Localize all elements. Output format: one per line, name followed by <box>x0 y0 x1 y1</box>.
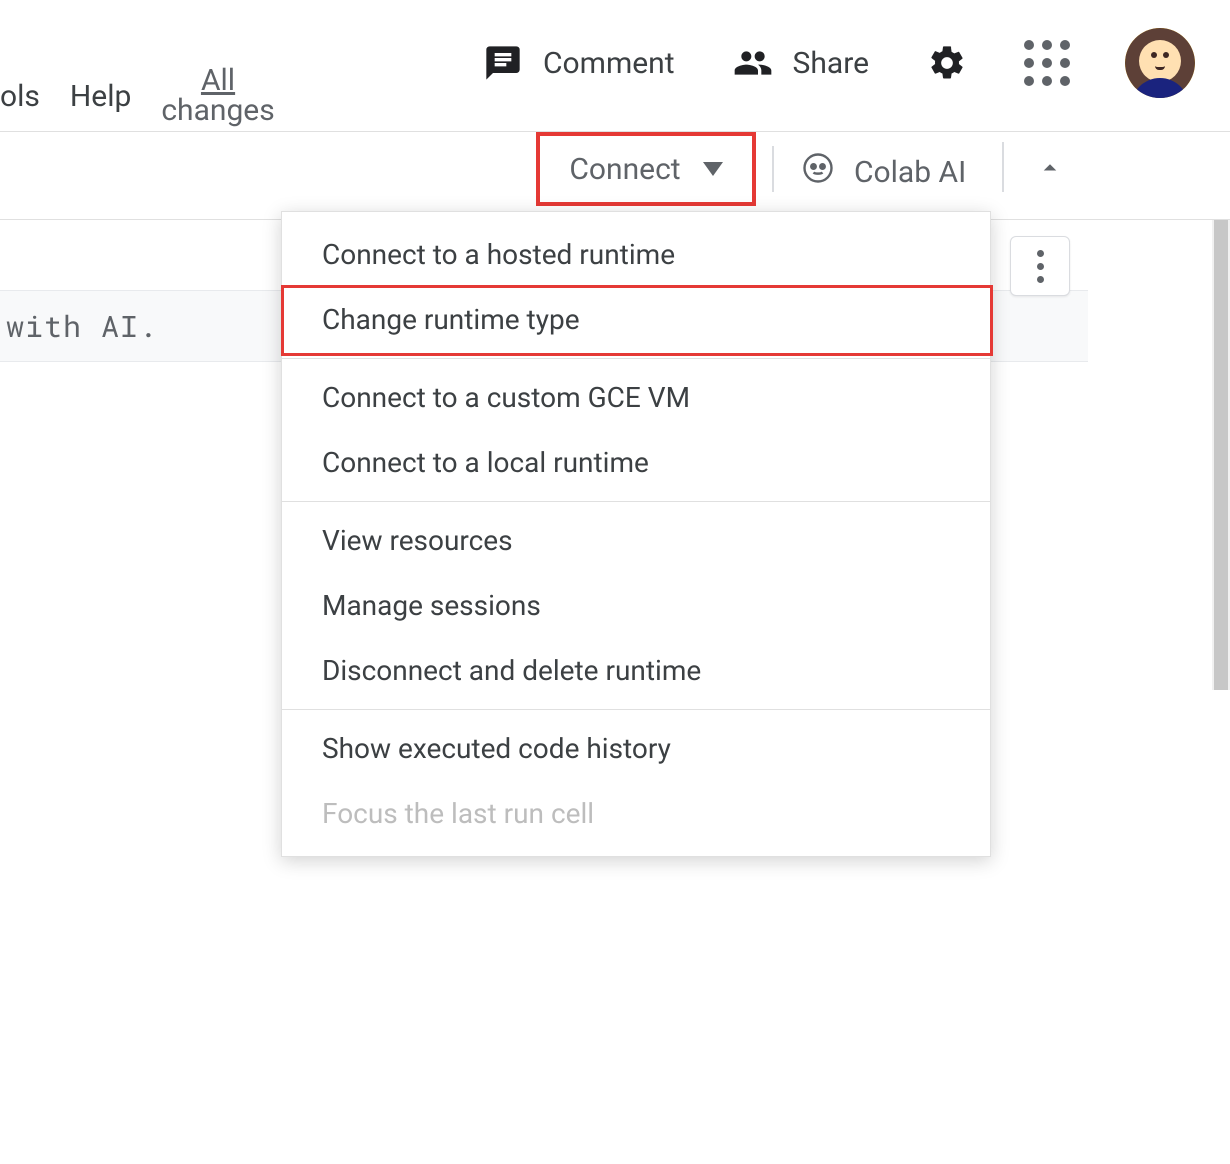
header-actions: Comment Share <box>481 28 1195 98</box>
dd-change-runtime[interactable]: Change runtime type <box>282 287 990 352</box>
gear-icon <box>925 41 969 85</box>
more-vert-icon <box>1037 250 1044 283</box>
colab-ai-button[interactable]: Colab AI <box>800 150 966 194</box>
settings-button[interactable] <box>925 41 969 85</box>
colab-ai-label: Colab AI <box>854 155 966 190</box>
dd-custom-gce[interactable]: Connect to a custom GCE VM <box>282 365 990 430</box>
comment-icon <box>481 41 525 85</box>
dd-code-history[interactable]: Show executed code history <box>282 716 990 781</box>
menu-bar: ols Help All changes <box>0 66 275 127</box>
menu-separator <box>282 501 990 502</box>
connect-dropdown: Connect to a hosted runtime Change runti… <box>281 211 991 857</box>
collapse-toolbar-button[interactable] <box>1030 148 1070 188</box>
colab-ai-icon <box>800 150 836 194</box>
people-icon <box>731 41 775 85</box>
comment-button[interactable]: Comment <box>481 41 675 85</box>
all-changes-saved[interactable]: All changes <box>161 66 274 127</box>
connect-label: Connect <box>569 152 680 187</box>
dd-local-runtime[interactable]: Connect to a local runtime <box>282 430 990 495</box>
header-bar: ols Help All changes Comment Share <box>0 0 1230 132</box>
dd-disconnect[interactable]: Disconnect and delete runtime <box>282 638 990 703</box>
comment-label: Comment <box>543 46 675 81</box>
apps-grid-icon <box>1025 41 1069 85</box>
connect-button[interactable]: Connect <box>536 132 756 206</box>
divider <box>1002 142 1004 192</box>
apps-button[interactable] <box>1025 41 1069 85</box>
account-avatar[interactable] <box>1125 28 1195 98</box>
all-changes-line1: All <box>161 66 274 97</box>
share-label: Share <box>793 46 869 81</box>
cell-overflow-button[interactable] <box>1010 236 1070 296</box>
share-button[interactable]: Share <box>731 41 869 85</box>
dd-view-resources[interactable]: View resources <box>282 508 990 573</box>
cell-text: with AI. <box>6 307 158 346</box>
scrollbar-thumb[interactable] <box>1214 220 1228 690</box>
dd-connect-hosted[interactable]: Connect to a hosted runtime <box>282 222 990 287</box>
toolbar: Connect Colab AI <box>0 132 1230 220</box>
divider <box>772 146 774 192</box>
caret-down-icon <box>703 162 723 176</box>
menu-tools[interactable]: ols <box>0 79 40 114</box>
chevron-up-icon <box>1035 153 1065 183</box>
dd-manage-sessions[interactable]: Manage sessions <box>282 573 990 638</box>
scrollbar[interactable] <box>1212 220 1230 690</box>
all-changes-line2: changes <box>161 96 274 127</box>
menu-separator <box>282 358 990 359</box>
menu-help[interactable]: Help <box>70 79 131 114</box>
menu-separator <box>282 709 990 710</box>
dd-focus-last-cell: Focus the last run cell <box>282 781 990 846</box>
